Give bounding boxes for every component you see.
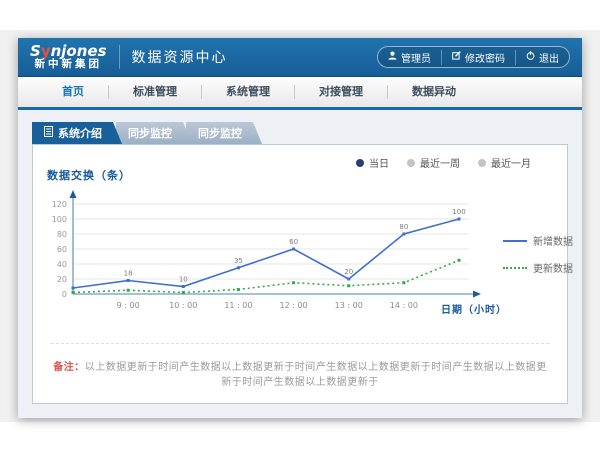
- legend-update-data-label: 更新数据: [533, 260, 573, 275]
- logout-label: 退出: [539, 50, 559, 65]
- data-point: [237, 288, 240, 291]
- data-point: [402, 281, 405, 284]
- app-window: Synjones 新中新集团 数据资源中心 管理员 修改密码: [18, 38, 582, 418]
- x-tick-label: 11 : 00: [224, 301, 252, 310]
- app-header: Synjones 新中新集团 数据资源中心 管理员 修改密码: [18, 38, 582, 77]
- data-point: [182, 285, 185, 288]
- filter-last-month[interactable]: 最近一月: [478, 155, 531, 170]
- x-axis-title: 日期（小时）: [441, 301, 507, 316]
- x-tick-label: 12 : 00: [280, 301, 308, 310]
- logo-wordmark: Synjones: [30, 43, 107, 60]
- footnote: 备注：以上数据更新于时间产生数据以上数据更新于时间产生数据以上数据更新于时间产生…: [51, 343, 549, 388]
- y-axis-title: 数据交换（条）: [47, 167, 131, 183]
- edit-icon: [452, 51, 461, 63]
- filter-last-week-label: 最近一周: [420, 155, 460, 170]
- footnote-text: 以上数据更新于时间产生数据以上数据更新于时间产生数据以上数据更新于时间产生数据以…: [85, 362, 547, 388]
- nav-item-standard-mgmt[interactable]: 标准管理: [108, 85, 201, 99]
- filter-last-week[interactable]: 最近一周: [407, 155, 460, 170]
- y-axis-arrow-icon: [70, 190, 77, 198]
- header-divider: [119, 45, 120, 69]
- main-nav: 首页 标准管理 系统管理 对接管理 数据异动: [18, 77, 582, 110]
- logout-button[interactable]: 退出: [515, 50, 569, 65]
- admin-user-button[interactable]: 管理员: [378, 50, 441, 65]
- company-logo: Synjones 新中新集团: [30, 43, 107, 71]
- data-point: [347, 278, 350, 281]
- y-tick-label: 120: [52, 200, 67, 209]
- tab-sync-monitor-2-label: 同步监控: [198, 125, 242, 141]
- nav-item-system-mgmt[interactable]: 系统管理: [201, 85, 294, 99]
- data-point: [347, 284, 350, 287]
- data-point: [458, 259, 461, 262]
- data-point: [402, 233, 405, 236]
- data-point-label: 80: [399, 223, 408, 231]
- filter-today-label: 当日: [369, 155, 389, 170]
- footnote-prefix: 备注：: [53, 362, 85, 373]
- data-point-label: 20: [344, 268, 353, 276]
- x-tick-label: 9 : 00: [117, 301, 140, 310]
- data-point: [127, 289, 130, 292]
- data-point: [72, 287, 75, 290]
- x-axis-arrow-icon: [473, 291, 481, 298]
- period-filter-group: 当日 最近一周 最近一月: [356, 155, 531, 170]
- y-tick-label: 20: [57, 275, 67, 284]
- data-point: [292, 248, 295, 251]
- solid-line-icon: [503, 240, 527, 242]
- nav-item-home[interactable]: 首页: [38, 85, 108, 99]
- tab-system-intro-label: 系统介绍: [58, 125, 102, 141]
- data-point-label: 18: [124, 270, 133, 278]
- data-point: [127, 279, 130, 282]
- y-tick-label: 100: [52, 215, 67, 224]
- legend-new-data-label: 新增数据: [533, 233, 573, 248]
- tab-sync-monitor-1[interactable]: 同步监控: [116, 122, 192, 144]
- user-menu: 管理员 修改密码 退出: [377, 46, 570, 68]
- data-point: [72, 291, 75, 294]
- data-point-label: 100: [452, 208, 465, 216]
- dotted-line-icon: [503, 267, 527, 269]
- x-tick-label: 13 : 00: [335, 301, 363, 310]
- data-point: [237, 266, 240, 269]
- y-tick-label: 0: [62, 290, 67, 299]
- chart-panel: 当日 最近一周 最近一月 数据交换（条） 0 20 40 60 80 100 120 9 : …: [32, 144, 568, 404]
- tab-sync-monitor-1-label: 同步监控: [128, 125, 172, 141]
- radio-dot-icon: [407, 159, 415, 167]
- nav-item-integration-mgmt[interactable]: 对接管理: [294, 85, 387, 99]
- filter-today[interactable]: 当日: [356, 155, 389, 170]
- series-legend: 新增数据 更新数据: [503, 233, 573, 287]
- data-point: [458, 218, 461, 221]
- y-tick-label: 80: [57, 230, 67, 239]
- data-point: [292, 281, 295, 284]
- radio-dot-icon: [478, 159, 486, 167]
- logo-cn-name: 新中新集团: [35, 59, 103, 71]
- tab-system-intro[interactable]: 系统介绍: [32, 122, 122, 144]
- data-point-label: 10: [179, 276, 188, 284]
- y-tick-label: 40: [57, 260, 67, 269]
- exchange-chart: 0 20 40 60 80 100 120 9 : 00 10 : 00 11 : 00 12 : …: [43, 189, 495, 359]
- admin-user-label: 管理员: [401, 50, 431, 65]
- change-password-label: 修改密码: [465, 50, 505, 65]
- y-tick-label: 60: [57, 245, 67, 254]
- content-area: 系统介绍 同步监控 同步监控 当日 最近一周: [18, 110, 582, 418]
- document-icon: [44, 126, 53, 140]
- filter-last-month-label: 最近一月: [491, 155, 531, 170]
- tab-sync-monitor-2[interactable]: 同步监控: [186, 122, 262, 144]
- legend-new-data: 新增数据: [503, 233, 573, 248]
- nav-item-data-change[interactable]: 数据异动: [387, 85, 480, 99]
- data-point-label: 35: [234, 257, 243, 265]
- radio-dot-icon: [356, 159, 364, 167]
- x-tick-label: 14 : 00: [390, 301, 418, 310]
- x-tick-label: 10 : 00: [169, 301, 197, 310]
- tab-bar: 系统介绍 同步监控 同步监控: [32, 122, 568, 144]
- legend-update-data: 更新数据: [503, 260, 573, 275]
- change-password-button[interactable]: 修改密码: [441, 50, 515, 65]
- power-icon: [526, 51, 535, 63]
- user-icon: [388, 51, 397, 63]
- app-title: 数据资源中心: [132, 47, 228, 67]
- data-point: [182, 291, 185, 294]
- data-point-label: 60: [289, 238, 298, 246]
